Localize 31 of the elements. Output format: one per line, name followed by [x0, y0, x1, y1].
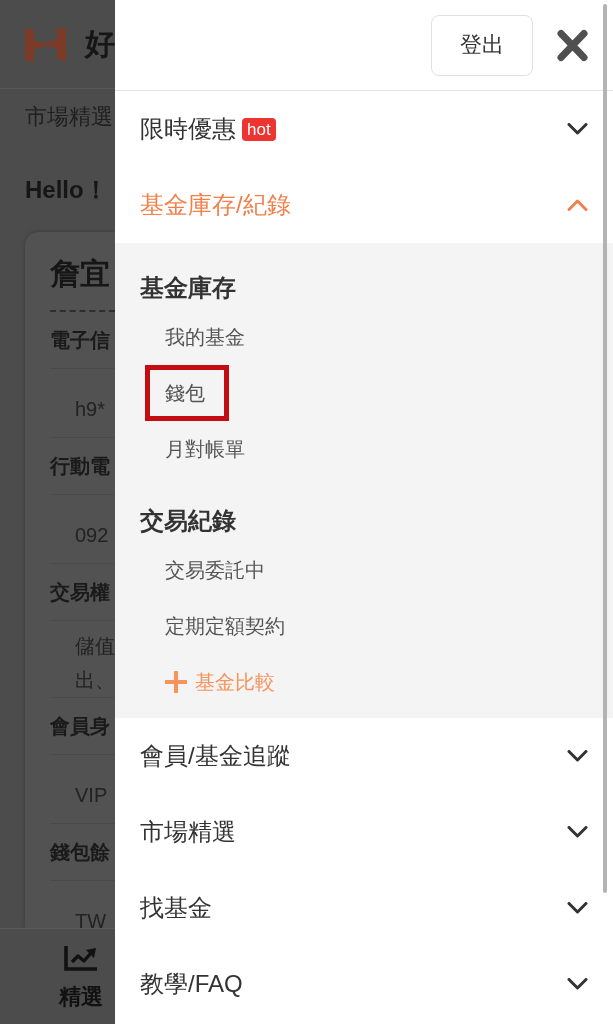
field-label: 電子信 [50, 328, 110, 353]
submenu-link[interactable]: 我的基金 [145, 309, 269, 365]
field-label: 交易權 [50, 580, 110, 605]
member-name: 詹宜 [50, 256, 110, 292]
field-label: 行動電 [50, 454, 110, 479]
chevron-down-icon [567, 123, 588, 135]
menu-item[interactable]: 教學/FAQ [115, 946, 613, 1022]
chevron-down-icon [567, 750, 588, 762]
chart-icon [64, 945, 98, 971]
field-label: 錢包餘 [50, 840, 110, 865]
submenu-link[interactable]: 月對帳單 [145, 421, 269, 477]
submenu-heading: 交易紀錄 [140, 506, 236, 536]
close-button[interactable] [557, 28, 588, 62]
submenu-link[interactable]: 交易委託中 [145, 542, 289, 598]
field-label: 會員身 [50, 714, 110, 739]
submenu-heading: 基金庫存 [140, 273, 236, 303]
chevron-up-icon [567, 199, 588, 211]
chevron-down-icon [567, 978, 588, 990]
close-icon [557, 28, 588, 62]
logout-button[interactable]: 登出 [431, 14, 533, 76]
logo-icon [25, 26, 66, 62]
menu-item[interactable]: 市場精選 [115, 794, 613, 870]
plus-icon [165, 671, 187, 693]
chevron-down-icon [567, 902, 588, 914]
highlighted-submenu-link[interactable]: 錢包 [145, 365, 229, 421]
menu-item[interactable]: 找基金 [115, 870, 613, 946]
submenu-link[interactable]: 定期定額契約 [145, 598, 309, 654]
hot-badge: hot [242, 117, 276, 141]
chevron-down-icon [567, 826, 588, 838]
menu-item[interactable]: 會員/基金追蹤 [115, 718, 613, 794]
scrollbar-thumb[interactable] [603, 4, 607, 893]
